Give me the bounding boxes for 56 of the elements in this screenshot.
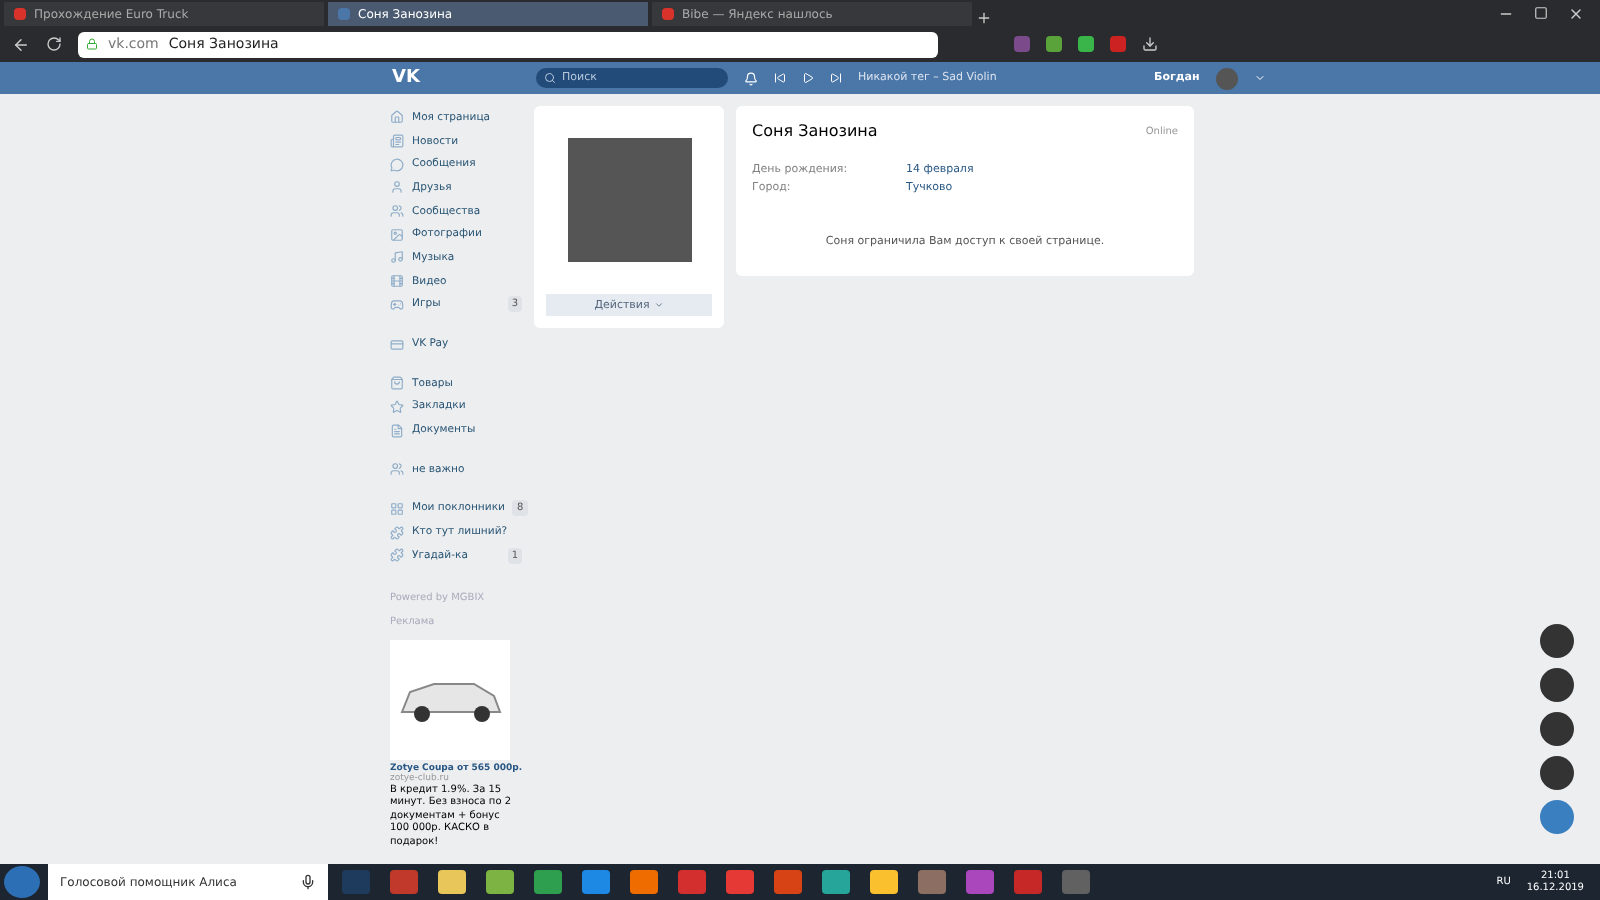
puzzle-icon	[390, 548, 404, 563]
avatar[interactable]	[1215, 67, 1238, 89]
music-note-icon	[390, 250, 404, 265]
play-icon[interactable]	[802, 72, 814, 84]
maximize-icon[interactable]	[1534, 5, 1548, 19]
app-icon[interactable]	[678, 870, 706, 894]
chat-icon	[390, 157, 404, 172]
app-icon[interactable]	[438, 870, 466, 894]
lock-icon	[86, 38, 98, 50]
app-icon[interactable]	[870, 870, 898, 894]
app-icon[interactable]	[822, 870, 850, 894]
app-icon[interactable]	[774, 870, 802, 894]
app-icon[interactable]	[534, 870, 562, 894]
reload-icon[interactable]	[46, 36, 62, 52]
microphone-icon	[300, 874, 316, 890]
app-icon[interactable]	[1014, 870, 1042, 894]
search-icon	[544, 72, 556, 84]
app-icon[interactable]	[1062, 870, 1090, 894]
caret-icon[interactable]	[1253, 72, 1266, 84]
new-tab-icon[interactable]	[976, 10, 992, 26]
app-icon[interactable]	[486, 870, 514, 894]
download-icon[interactable]	[1142, 36, 1158, 52]
grid-icon	[390, 501, 404, 516]
bag-icon	[390, 376, 404, 391]
film-icon	[390, 274, 404, 289]
car-photo-placeholder[interactable]	[390, 639, 510, 760]
chat-avatar[interactable]	[1540, 668, 1574, 702]
close-icon[interactable]	[1568, 5, 1584, 21]
news-icon	[390, 134, 404, 149]
people-icon	[390, 204, 404, 219]
puzzle-icon	[390, 525, 404, 540]
next-icon[interactable]	[830, 72, 842, 84]
chat-avatar[interactable]	[1540, 712, 1574, 746]
card-icon	[390, 337, 404, 352]
app-icon[interactable]	[630, 870, 658, 894]
chat-avatar[interactable]	[1540, 624, 1574, 658]
document-icon	[390, 423, 404, 438]
star-icon	[390, 399, 404, 414]
caret-icon	[653, 300, 664, 310]
gamepad-icon	[390, 297, 404, 312]
profile-name: Соня Занозина	[752, 122, 878, 140]
app-icon[interactable]	[726, 870, 754, 894]
bell-icon[interactable]	[744, 71, 758, 85]
start-button[interactable]	[4, 866, 40, 898]
previous-icon[interactable]	[774, 72, 786, 84]
app-icon[interactable]	[390, 870, 418, 894]
person-icon	[390, 180, 404, 195]
app-icon[interactable]	[918, 870, 946, 894]
vk-logo[interactable]: VK	[392, 68, 520, 88]
app-icon[interactable]	[966, 870, 994, 894]
back-icon[interactable]	[12, 35, 30, 53]
people-icon	[390, 462, 404, 477]
home-icon	[390, 110, 404, 125]
app-icon[interactable]	[582, 870, 610, 894]
chat-avatar[interactable]	[1540, 756, 1574, 790]
picture-icon	[390, 227, 404, 242]
